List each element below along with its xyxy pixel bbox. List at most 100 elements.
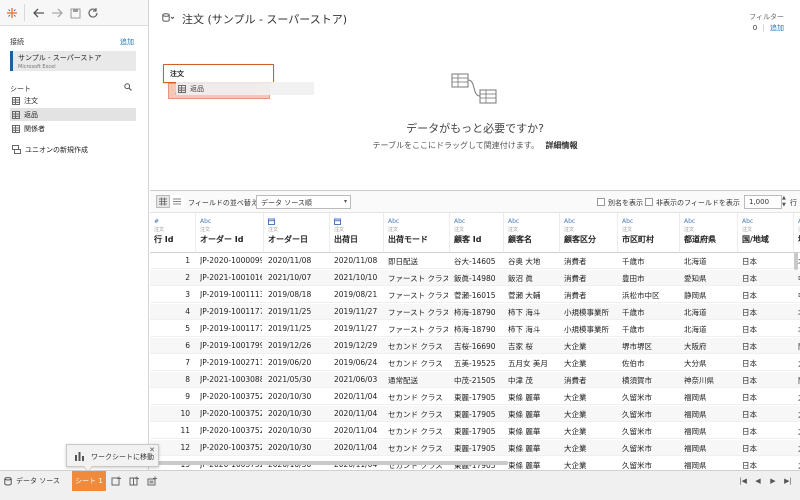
string-type-icon[interactable]: Abc (622, 218, 633, 225)
tableau-logo-icon[interactable] (4, 5, 20, 21)
table-cell: 2021/10/07 (268, 273, 312, 282)
table-cell: 7 (185, 358, 190, 367)
table-icon (12, 124, 20, 133)
union-icon (12, 145, 21, 154)
table-row[interactable]: 6 JP-2019-1001799 2019/12/26 2019/12/29 セカンド… (150, 338, 800, 354)
table-row[interactable]: 10 JP-2020-1003752 2020/10/30 2020/11/04 セカン… (150, 406, 800, 422)
string-type-icon[interactable]: Abc (388, 218, 399, 225)
data-grid: # 注文行 Id Abc 注文 オーダー Id 注文 オーダー日 注文 出荷日 Abc 注文 出荷モー… (150, 213, 800, 471)
back-icon[interactable] (31, 5, 47, 21)
table-cell: 柿海-18790 (454, 325, 496, 334)
go-to-worksheet-tooltip[interactable]: ワークシートに移動 ✕ (66, 444, 159, 472)
new-dashboard-icon[interactable] (127, 474, 141, 488)
tab-data-source[interactable]: データ ソース (0, 471, 70, 491)
column-header[interactable]: Abc 注文 オーダー Id (196, 213, 264, 253)
canvas-table-orders[interactable]: 注文 (163, 64, 274, 83)
table-row[interactable]: 12 JP-2020-1003752 2020/10/30 2020/11/04 セカン… (150, 440, 800, 456)
column-header[interactable]: Abc 注文 出荷モード (384, 213, 450, 253)
string-type-icon[interactable]: Abc (742, 218, 753, 225)
save-icon[interactable] (67, 5, 83, 21)
show-alias-checkbox[interactable] (597, 198, 605, 206)
table-row[interactable]: 7 JP-2019-1002711 2019/06/20 2019/06/24 セカンド… (150, 355, 800, 371)
datasource-icon[interactable] (162, 13, 174, 23)
list-view-button[interactable] (170, 195, 184, 208)
details-link[interactable]: 詳細情報 (546, 141, 578, 150)
date-type-icon[interactable] (334, 218, 341, 225)
table-row[interactable]: 1 JP-2020-1000099 2020/11/08 2020/11/08 即日配送… (150, 253, 800, 269)
toolbar-divider (24, 4, 25, 21)
table-cell: JP-2021-1003088 (200, 375, 262, 384)
table-row[interactable]: 8 JP-2021-1003088 2021/05/30 2021/06/03 通常配送… (150, 372, 800, 388)
table-row[interactable]: 2 JP-2021-1001016 2021/10/07 2021/10/10 ファース… (150, 270, 800, 286)
add-filter-link[interactable]: 追加 (770, 24, 784, 32)
table-row[interactable]: 9 JP-2020-1003752 2020/10/30 2020/11/04 セカンド… (150, 389, 800, 405)
table-cell: 北海道 (684, 308, 707, 317)
table-cell: 堺市堺区 (622, 342, 652, 351)
first-sheet-button[interactable]: |◀ (737, 475, 749, 487)
table-cell: 東麗-17905 (454, 393, 496, 402)
next-sheet-button[interactable]: ▶ (767, 475, 779, 487)
string-type-icon[interactable]: Abc (200, 218, 211, 225)
connection-item[interactable]: サンプル - スーパーストア Microsoft Excel (10, 51, 136, 71)
string-type-icon[interactable]: Abc (508, 218, 519, 225)
column-header[interactable]: # 注文行 Id (150, 213, 196, 253)
new-union-item[interactable]: ユニオンの新規作成 (10, 143, 136, 156)
table-cell: 2020/10/30 (268, 443, 312, 452)
sidebar-sheet-returns[interactable]: 返品 (10, 108, 136, 121)
table-cell: 大企業 (564, 393, 587, 402)
string-type-icon[interactable]: Abc (564, 218, 575, 225)
table-cell: 日本 (742, 257, 757, 266)
search-icon[interactable] (124, 83, 132, 91)
previous-sheet-button[interactable]: ◀ (752, 475, 764, 487)
column-header[interactable]: Abc 注文 顧客 Id (450, 213, 504, 253)
column-header[interactable]: 注文 オーダー日 (264, 213, 330, 253)
table-cell: 中茂-21505 (454, 376, 496, 385)
grid-view-button[interactable] (156, 195, 170, 208)
new-story-icon[interactable] (145, 474, 159, 488)
table-row[interactable]: 5 JP-2019-1001177 2019/11/25 2019/11/27 ファース… (150, 321, 800, 337)
column-header[interactable]: Abc 注文 都道府県 (680, 213, 738, 253)
column-source: 注文 (388, 227, 399, 233)
horizontal-scrollbar[interactable] (150, 461, 508, 465)
string-type-icon[interactable]: Abc (454, 218, 465, 225)
forward-icon[interactable] (49, 5, 65, 21)
close-icon[interactable]: ✕ (149, 446, 155, 454)
show-hidden-checkbox[interactable] (645, 198, 653, 206)
last-sheet-button[interactable]: ▶| (782, 475, 794, 487)
column-name: 顧客区分 (564, 235, 596, 244)
sort-fields-select[interactable]: データ ソース順 ▾ (256, 195, 351, 209)
table-icon (178, 84, 186, 93)
column-header[interactable]: 注文 出荷日 (330, 213, 384, 253)
dragged-table-ghost[interactable]: 返品 (176, 82, 314, 95)
column-header[interactable]: Abc 注文 顧客区分 (560, 213, 618, 253)
column-header[interactable]: Abc 注文 市区町村 (618, 213, 680, 253)
column-header[interactable]: Abc 注文 顧客名 (504, 213, 560, 253)
table-cell: 久留米市 (622, 444, 652, 453)
filter-separator: | (762, 24, 765, 32)
date-type-icon[interactable] (268, 218, 275, 225)
refresh-icon[interactable] (85, 5, 101, 21)
table-cell: 大企業 (564, 342, 587, 351)
column-header[interactable]: Abc注文地 (794, 213, 800, 253)
tab-sheet-1[interactable]: シート 1 (72, 471, 106, 491)
table-row[interactable]: 11 JP-2020-1003752 2020/10/30 2020/11/04 セカン… (150, 423, 800, 439)
sidebar-sheet-orders[interactable]: 注文 (10, 94, 136, 107)
row-count-input[interactable]: 1,000 (744, 195, 782, 209)
string-type-icon[interactable]: Abc (684, 218, 695, 225)
new-worksheet-icon[interactable] (109, 474, 123, 488)
table-cell: 2020/10/30 (268, 392, 312, 401)
row-count-stepper[interactable]: ▲ ▼ (782, 195, 789, 209)
column-header[interactable]: Abc 注文 国/地域 (738, 213, 794, 253)
table-cell: 消費者 (564, 257, 587, 266)
table-cell: 2020/11/08 (334, 256, 378, 265)
table-row[interactable]: 3 JP-2019-1001113 2019/08/18 2019/08/21 ファース… (150, 287, 800, 303)
show-hidden-label: 非表示のフィールドを表示 (656, 199, 740, 207)
sidebar-sheet-people[interactable]: 関係者 (10, 122, 136, 135)
table-cell: JP-2019-1001177 (200, 324, 262, 333)
table-row[interactable]: 4 JP-2019-1001177 2019/11/25 2019/11/27 ファース… (150, 304, 800, 320)
add-connection-link[interactable]: 追加 (120, 37, 134, 47)
vertical-scrollbar[interactable] (794, 252, 798, 270)
bottom-tab-bar: データ ソース シート 1 |◀ ◀ ▶ ▶| (0, 470, 800, 500)
datasource-title[interactable]: 注文 (サンプル - スーパーストア) (182, 11, 347, 27)
number-type-icon[interactable]: # (154, 218, 159, 225)
